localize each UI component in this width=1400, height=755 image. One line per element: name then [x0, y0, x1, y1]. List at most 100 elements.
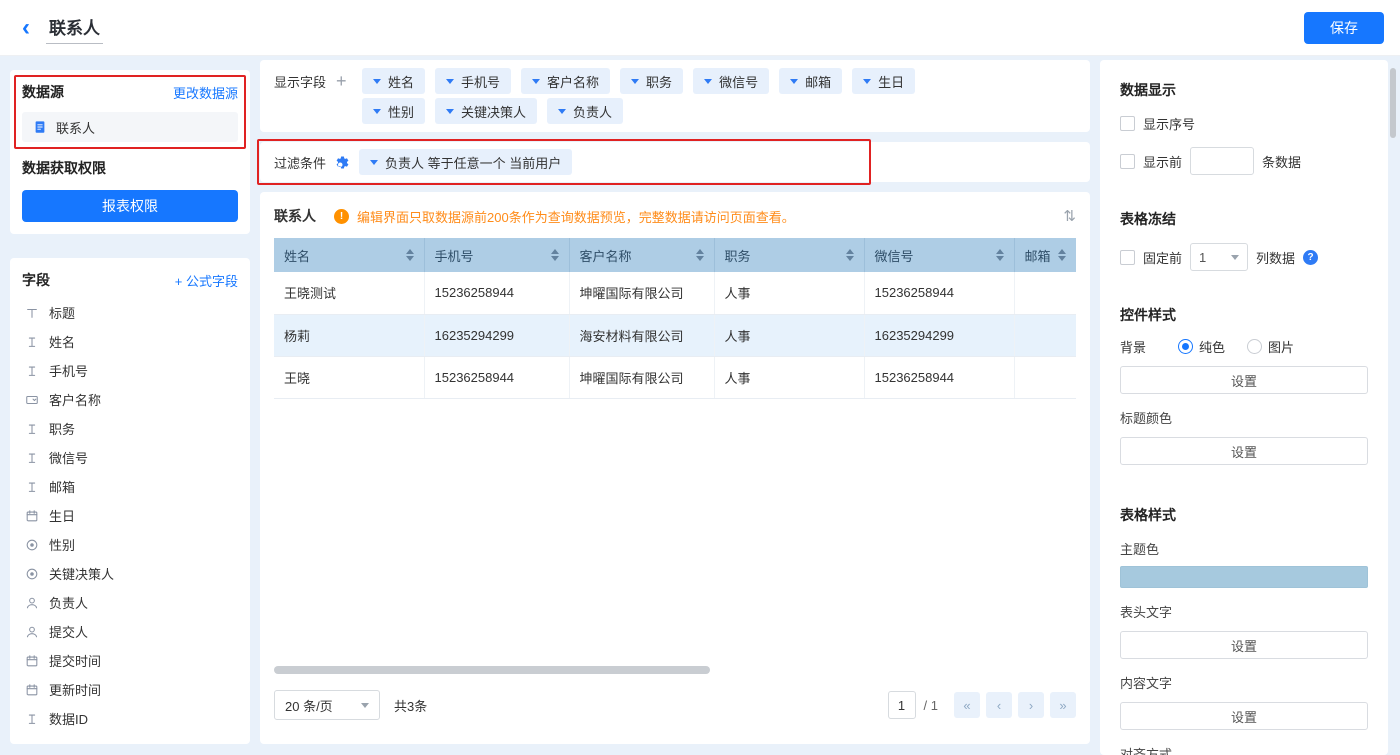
user-field-icon	[24, 596, 40, 610]
content-text-set-button[interactable]: 设置	[1120, 702, 1368, 730]
field-item[interactable]: 负责人	[22, 588, 238, 617]
last-page-button[interactable]: »	[1050, 692, 1076, 718]
solid-color-radio[interactable]	[1178, 339, 1193, 354]
solid-color-option[interactable]: 纯色	[1178, 337, 1225, 356]
sort-arrows-icon[interactable]	[1058, 249, 1066, 261]
show-first-row[interactable]: 显示前 条数据	[1120, 147, 1368, 175]
show-first-suffix: 条数据	[1262, 152, 1301, 171]
field-item[interactable]: 生日	[22, 501, 238, 530]
display-field-chip[interactable]: 手机号	[435, 68, 511, 94]
fix-columns-checkbox[interactable]	[1120, 250, 1135, 265]
table-cell: 坤曜国际有限公司	[569, 356, 714, 398]
gear-icon[interactable]	[335, 155, 350, 170]
align-label: 对齐方式	[1120, 744, 1368, 755]
field-item[interactable]: 邮箱	[22, 472, 238, 501]
first-page-button[interactable]: «	[954, 692, 980, 718]
current-page-input[interactable]: 1	[888, 691, 916, 719]
sort-arrows-icon[interactable]	[846, 249, 854, 261]
display-field-chip[interactable]: 生日	[852, 68, 915, 94]
chevron-down-icon	[370, 160, 378, 165]
table-row[interactable]: 王晓15236258944坤曜国际有限公司人事15236258944	[274, 356, 1076, 398]
datasource-header-row: 数据源 更改数据源	[22, 82, 238, 102]
display-field-chip[interactable]: 邮箱	[779, 68, 842, 94]
column-header[interactable]: 手机号	[424, 238, 569, 272]
sort-arrows-icon[interactable]	[696, 249, 704, 261]
header-text-set-button[interactable]: 设置	[1120, 631, 1368, 659]
column-header[interactable]: 客户名称	[569, 238, 714, 272]
field-item[interactable]: 更新时间	[22, 675, 238, 704]
chevron-down-icon	[790, 79, 798, 84]
field-item[interactable]: 提交人	[22, 617, 238, 646]
field-item[interactable]: 手机号	[22, 356, 238, 385]
table-cell: 16235294299	[424, 314, 569, 356]
show-index-row[interactable]: 显示序号	[1120, 114, 1368, 133]
help-icon[interactable]: ?	[1303, 250, 1318, 265]
display-field-chip[interactable]: 姓名	[362, 68, 425, 94]
display-field-chip[interactable]: 客户名称	[521, 68, 610, 94]
display-field-chip[interactable]: 负责人	[547, 98, 623, 124]
title-color-set-button[interactable]: 设置	[1120, 437, 1368, 465]
fix-columns-row[interactable]: 固定前 1 列数据 ?	[1120, 243, 1368, 271]
field-label: 生日	[49, 506, 75, 525]
fix-columns-select[interactable]: 1	[1190, 243, 1248, 271]
page-title[interactable]: 联系人	[46, 12, 103, 44]
field-item[interactable]: 数据ID	[22, 704, 238, 733]
datasource-item[interactable]: 联系人	[22, 112, 238, 142]
sort-order-icon[interactable]: ⇅	[1063, 207, 1076, 225]
display-field-chip[interactable]: 职务	[620, 68, 683, 94]
fields-card: 字段 + 公式字段 标题姓名手机号客户名称职务微信号邮箱生日性别关键决策人负责人…	[10, 258, 250, 744]
image-radio[interactable]	[1247, 339, 1262, 354]
chip-label: 职务	[646, 72, 672, 91]
page-size-select[interactable]: 20 条/页	[274, 690, 380, 720]
field-item[interactable]: 提交时间	[22, 646, 238, 675]
preview-card: 联系人 ! 编辑界面只取数据源前200条作为查询数据预览，完整数据请访问页面查看…	[260, 192, 1090, 744]
solid-color-label: 纯色	[1199, 337, 1225, 356]
field-item[interactable]: 性别	[22, 530, 238, 559]
display-field-chip[interactable]: 关键决策人	[435, 98, 537, 124]
table-row[interactable]: 杨莉16235294299海安材料有限公司人事16235294299	[274, 314, 1076, 356]
sort-arrows-icon[interactable]	[996, 249, 1004, 261]
chip-label: 邮箱	[805, 72, 831, 91]
filter-condition-chip[interactable]: 负责人 等于任意一个 当前用户	[359, 149, 572, 175]
field-label: 手机号	[49, 361, 88, 380]
add-field-button[interactable]: +	[336, 72, 347, 90]
image-option[interactable]: 图片	[1247, 337, 1294, 356]
background-set-button[interactable]: 设置	[1120, 366, 1368, 394]
next-page-button[interactable]: ›	[1018, 692, 1044, 718]
table-zone: 姓名手机号客户名称职务微信号邮箱 王晓测试15236258944坤曜国际有限公司…	[274, 238, 1076, 678]
prev-page-button[interactable]: ‹	[986, 692, 1012, 718]
field-item[interactable]: 姓名	[22, 327, 238, 356]
report-permission-button[interactable]: 报表权限	[22, 190, 238, 222]
show-first-checkbox[interactable]	[1120, 154, 1135, 169]
sort-arrows-icon[interactable]	[406, 249, 414, 261]
chevron-down-icon	[446, 109, 454, 114]
column-header[interactable]: 姓名	[274, 238, 424, 272]
field-item[interactable]: 客户名称	[22, 385, 238, 414]
save-button[interactable]: 保存	[1304, 12, 1384, 44]
horizontal-scrollbar[interactable]	[274, 666, 710, 674]
field-item[interactable]: 职务	[22, 414, 238, 443]
app: ‹ 联系人 保存 数据源 更改数据源 联系人 数据获取权限 报表权限	[0, 0, 1400, 755]
column-header[interactable]: 微信号	[864, 238, 1014, 272]
datasource-item-label: 联系人	[56, 118, 95, 137]
theme-color-swatch[interactable]	[1120, 566, 1368, 588]
formula-field-link[interactable]: + 公式字段	[175, 271, 238, 290]
show-first-count-input[interactable]	[1190, 147, 1254, 175]
display-fields-card: 显示字段 + 姓名手机号客户名称职务微信号邮箱生日性别关键决策人负责人	[260, 60, 1090, 132]
table-row[interactable]: 王晓测试15236258944坤曜国际有限公司人事15236258944	[274, 272, 1076, 314]
field-item[interactable]: 关键决策人	[22, 559, 238, 588]
filter-label: 过滤条件	[274, 153, 326, 172]
column-header[interactable]: 职务	[714, 238, 864, 272]
chip-label: 微信号	[719, 72, 758, 91]
back-icon[interactable]: ‹	[22, 16, 30, 40]
vertical-scrollbar[interactable]	[1390, 68, 1396, 138]
field-item[interactable]: 标题	[22, 298, 238, 327]
chip-row: 性别关键决策人负责人	[362, 96, 925, 126]
sort-arrows-icon[interactable]	[551, 249, 559, 261]
display-field-chip[interactable]: 微信号	[693, 68, 769, 94]
display-field-chip[interactable]: 性别	[362, 98, 425, 124]
field-item[interactable]: 微信号	[22, 443, 238, 472]
show-index-checkbox[interactable]	[1120, 116, 1135, 131]
column-header[interactable]: 邮箱	[1014, 238, 1076, 272]
change-datasource-link[interactable]: 更改数据源	[173, 83, 238, 102]
